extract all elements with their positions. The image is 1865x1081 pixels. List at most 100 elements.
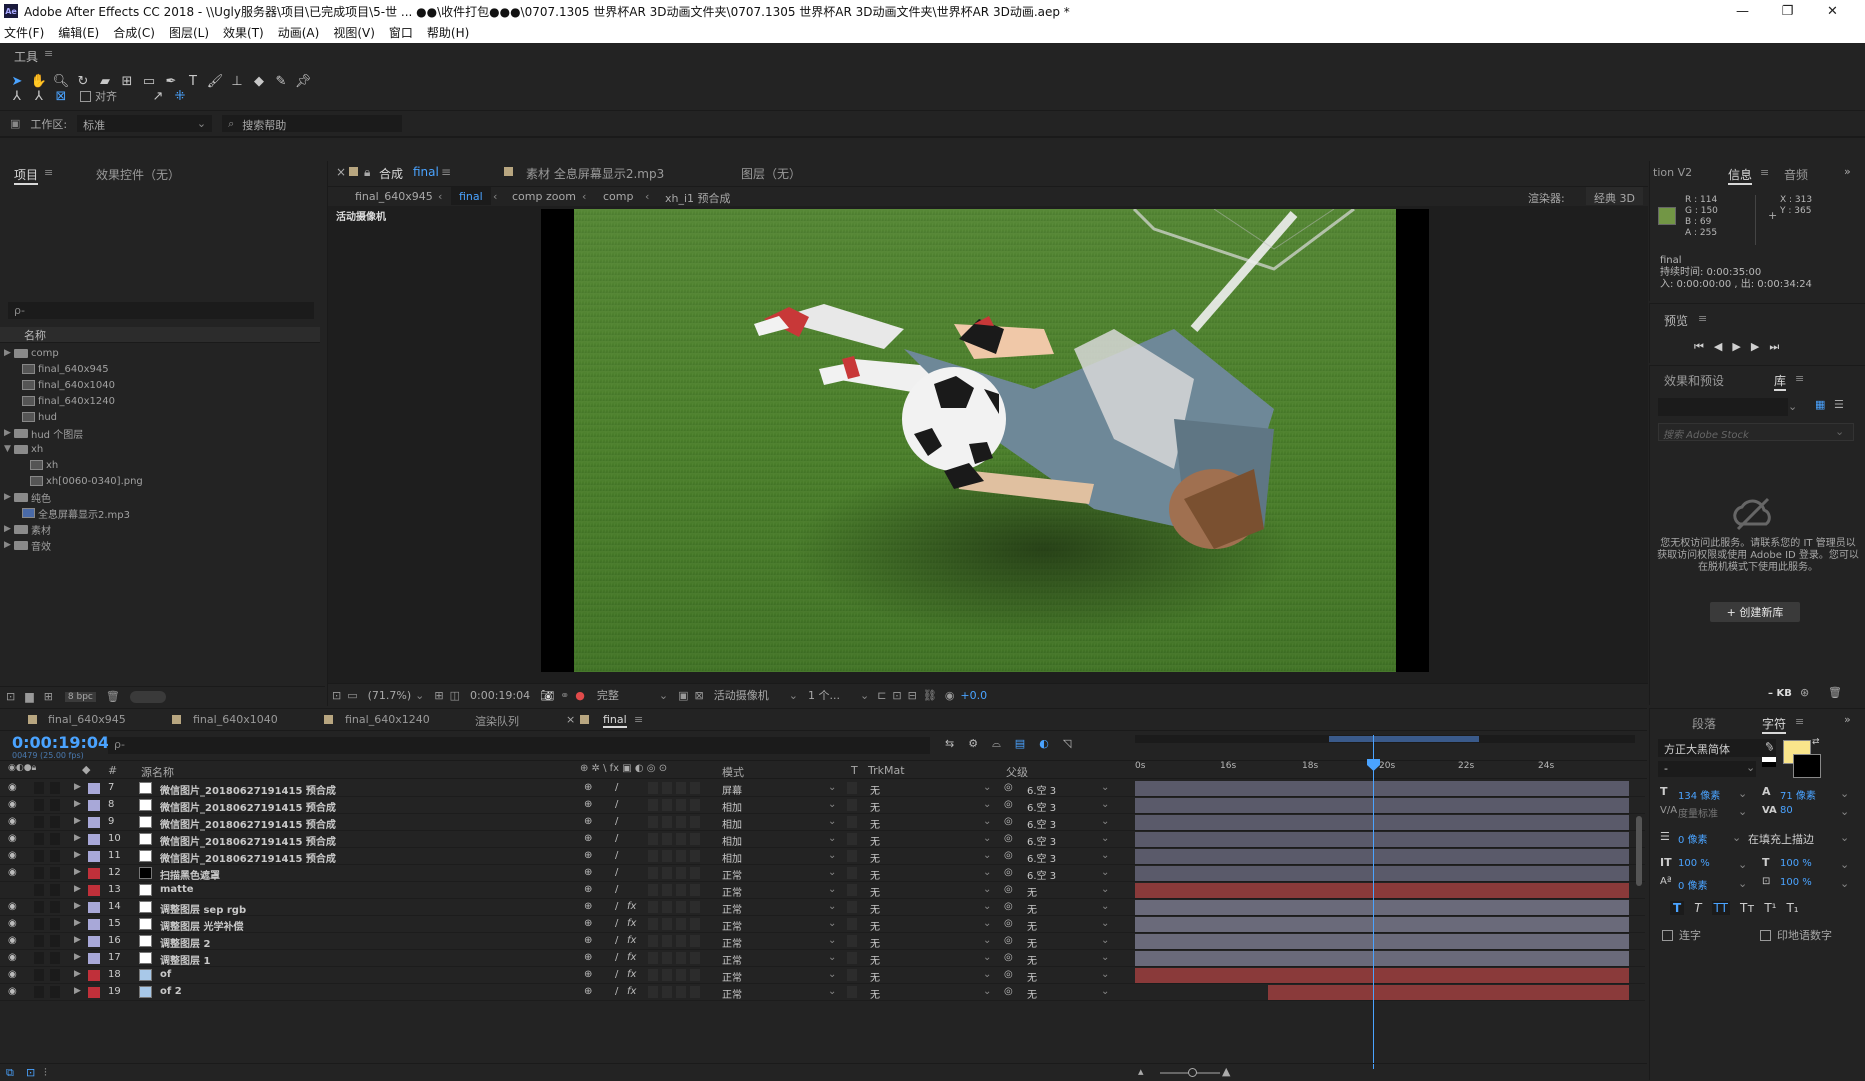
layer-duration-bar[interactable] [1135,781,1629,796]
chevron-down-icon[interactable]: ⌄ [1101,867,1109,878]
layer-row[interactable]: ◉ ▶ 14 调整图层 sep rgb ⊕ / fx 正常 ⌄ 无 ⌄ ◎ 无 ⌄ [0,899,1645,916]
tab-comp-label[interactable]: 合成 [379,165,403,182]
world-axis-icon[interactable]: ⅄ [28,85,50,107]
font-size-value[interactable]: 134 像素 [1678,787,1720,802]
creative-cloud-icon[interactable]: ⊛ [1800,686,1809,699]
parent-pickwhip-icon[interactable]: ◎ [1004,918,1013,929]
preserve-transparency-box[interactable] [847,918,857,930]
preserve-transparency-box[interactable] [847,952,857,964]
parent-select[interactable]: 无 [1027,884,1037,899]
layer-name[interactable]: 微信图片_20180627191415 预合成 [160,782,336,797]
quality-switch-icon[interactable]: / [615,850,618,861]
disclosure-triangle-icon[interactable]: ▼ [4,444,14,454]
interpret-footage-icon[interactable]: ⊡ [6,690,15,703]
solo-toggle[interactable] [34,986,44,998]
layer-name[interactable]: matte [160,884,194,895]
parent-select[interactable]: 无 [1027,935,1037,950]
solo-toggle[interactable] [34,969,44,981]
chevron-down-icon[interactable]: ⌄ [1101,952,1109,963]
switch-box[interactable] [690,799,700,811]
switch-box[interactable] [690,833,700,845]
preserve-transparency-box[interactable] [847,867,857,879]
fx-switch-icon[interactable]: fx [627,918,636,929]
switch-box[interactable] [648,969,658,981]
toggle-time-icon[interactable]: ⫶ [44,1066,47,1080]
layer-duration-bar[interactable] [1135,900,1629,915]
shy-layers-icon[interactable]: ⌓ [992,737,1001,751]
preserve-transparency-box[interactable] [847,969,857,981]
chevron-down-icon[interactable]: ⌄ [983,850,991,861]
list-view-icon[interactable]: ☰ [1834,398,1844,411]
fx-switch-icon[interactable]: fx [627,901,636,912]
tsume-value[interactable]: 100 % [1780,877,1812,888]
layer-label-color[interactable] [88,783,100,794]
fit-icon[interactable]: ⊞ [434,689,443,702]
project-item[interactable]: ▶ 音效 [0,537,320,553]
chevron-down-icon[interactable]: ⌄ [1101,986,1109,997]
switch-box[interactable] [676,986,686,998]
swap-colors-icon[interactable]: ⇄ [1812,737,1820,747]
layer-row[interactable]: ◉ ▶ 12 扫描黑色遮罩 ⊕ / 正常 ⌄ 无 ⌄ ◎ 6.空 3 ⌄ [0,865,1645,882]
thumbnail-slider[interactable] [129,690,166,703]
switch-box[interactable] [676,901,686,913]
shy-switch-icon[interactable]: ⊕ [584,884,592,895]
render-queue-tab[interactable]: 渲染队列 [475,713,519,729]
always-preview-icon[interactable]: ⊡ [332,689,341,702]
trkmat-select[interactable]: 无 [870,833,880,848]
blend-mode-select[interactable]: 相加 [722,816,742,831]
project-item[interactable]: ▶ 素材 [0,521,320,537]
chevron-down-icon[interactable]: ⌄ [415,689,424,702]
library-select[interactable] [1658,398,1788,416]
switch-box[interactable] [676,935,686,947]
workspace-select[interactable]: 标准 ⌄ [77,115,213,132]
chevron-down-icon[interactable]: ⌄ [983,952,991,963]
shy-switch-icon[interactable]: ⊕ [584,901,592,912]
lock-toggle[interactable] [50,986,60,998]
shy-switch-icon[interactable]: ⊕ [584,935,592,946]
lock-toggle[interactable] [50,935,60,947]
layer-duration-bar[interactable] [1135,883,1629,898]
font-style-select[interactable]: - [1658,761,1756,777]
breadcrumb-item[interactable]: final_640x945 [355,190,433,203]
expand-layer-icon[interactable]: ▶ [74,969,81,979]
chevron-down-icon[interactable]: ⌄ [1101,833,1109,844]
blend-mode-select[interactable]: 正常 [722,986,742,1001]
shy-switch-icon[interactable]: ⊕ [584,782,592,793]
layer-label-color[interactable] [88,970,100,981]
chevron-down-icon[interactable]: ⌄ [789,689,798,702]
chevron-down-icon[interactable]: ⌄ [1738,805,1747,818]
switch-box[interactable] [648,867,658,879]
black-white-icon[interactable] [1762,757,1776,767]
title-safe-icon[interactable]: ◫ [450,689,460,702]
project-item[interactable]: xh[0060-0340].png [0,473,320,489]
layer-label-color[interactable] [88,919,100,930]
solo-toggle[interactable] [34,901,44,913]
preserve-transparency-box[interactable] [847,986,857,998]
project-item[interactable]: ▼ xh [0,441,320,457]
zoom-in-icon[interactable]: ▲ [1222,1065,1230,1078]
expand-layer-icon[interactable]: ▶ [74,918,81,928]
visibility-eye-icon[interactable]: ◉ [8,986,17,997]
font-family-select[interactable]: 方正大黑简体 [1658,739,1776,757]
layer-name[interactable]: 微信图片_20180627191415 预合成 [160,833,336,848]
chevron-down-icon[interactable]: ⌄ [828,884,836,895]
previous-frame-icon[interactable]: ◀ [1714,340,1722,354]
breadcrumb-item[interactable]: comp [603,190,633,203]
solo-toggle[interactable] [34,816,44,828]
zoom-slider-handle[interactable] [1188,1068,1197,1077]
fast-preview-icon[interactable]: ⊟ [908,689,917,702]
layer-label-color[interactable] [88,953,100,964]
fx-switch-icon[interactable]: fx [627,969,636,980]
play-icon[interactable]: ▶ [1732,340,1740,354]
parent-pickwhip-icon[interactable]: ◎ [1004,850,1013,861]
scrollbar-thumb[interactable] [1636,816,1642,886]
toggle-pixel-icon[interactable]: ⊏ [877,689,886,702]
panel-menu-icon[interactable]: ≡ [634,713,643,726]
shy-switch-icon[interactable]: ⊕ [584,969,592,980]
snap-edge-icon[interactable]: ↗ [147,85,169,107]
disclosure-triangle-icon[interactable]: ▶ [4,492,14,502]
project-item[interactable]: ▶ 纯色 [0,489,320,505]
chevron-down-icon[interactable]: ⌄ [983,799,991,810]
preserve-transparency-box[interactable] [847,935,857,947]
layer-row[interactable]: ◉ ▶ 8 微信图片_20180627191415 预合成 ⊕ / 相加 ⌄ 无 ⌄ ◎ 6.空 3 ⌄ [0,797,1645,814]
